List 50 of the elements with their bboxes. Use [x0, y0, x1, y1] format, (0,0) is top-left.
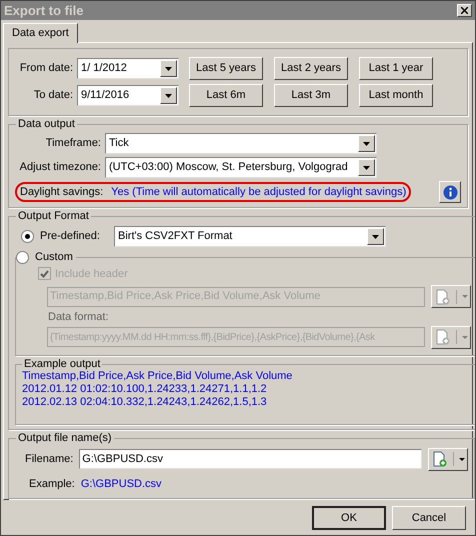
group-title: Output Format [17, 210, 90, 223]
close-button[interactable] [457, 4, 472, 17]
timeframe-dropdown[interactable]: Tick [105, 133, 377, 154]
daylight-label: Daylight savings: [20, 184, 104, 200]
daylight-value: Yes (Time will automatically be adjusted for daylight savings) [111, 184, 406, 200]
example-line: Timestamp,Bid Price,Ask Price,Bid Volume,Ask Volume [22, 370, 294, 382]
preset-button[interactable]: Last 2 years [274, 57, 348, 80]
preset-button[interactable]: Last month [359, 84, 433, 107]
caret-icon [462, 295, 468, 298]
preset-button[interactable]: Last 3m [274, 84, 348, 107]
add-file-split-button[interactable] [431, 285, 471, 308]
caret-icon [459, 458, 466, 460]
example-label: Example: [29, 476, 75, 492]
example-line: 2012.01.12 01:02:10.100,1.24233,1.24271,1.1,1.2 [22, 382, 268, 396]
preset-button[interactable]: Last 6m [189, 84, 263, 107]
example-line: 2012.02.13 02:04:10.332,1.24243,1.24262,1.5,1.3 [22, 396, 268, 408]
date-label: From date: [18, 61, 73, 76]
dialog-button[interactable]: OK [312, 506, 386, 530]
filename-field[interactable]: G:\GBPUSD.csv [79, 449, 422, 469]
document-plus-icon [433, 451, 448, 467]
caret-icon [462, 336, 468, 338]
example-filename: G:\GBPUSD.csv [80, 476, 162, 492]
document-plus-icon [436, 329, 450, 345]
group-title: Output file name(s) [17, 432, 113, 444]
add-file-split-button[interactable] [428, 448, 468, 470]
radio-button[interactable] [16, 250, 29, 264]
close-icon [461, 7, 468, 14]
timezone-dropdown[interactable]: (UTC+03:00) Moscow, St. Petersburg, Volgograd [105, 157, 377, 178]
option-label: Pre-defined: [40, 229, 101, 244]
timeframe-label: Timeframe: [44, 136, 101, 152]
option-label: Custom [35, 250, 73, 265]
preset-button[interactable]: Last 1 year [359, 57, 433, 80]
timezone-label: Adjust timezone: [18, 160, 101, 176]
dialog-button[interactable]: Cancel [392, 506, 466, 530]
tab[interactable]: Data export [3, 23, 78, 43]
format-dropdown[interactable]: Birt's CSV2FXT Format [114, 226, 386, 247]
group-title: Example output [23, 358, 102, 370]
preset-button[interactable]: Last 5 years [189, 57, 263, 80]
date-picker[interactable]: 1/ 1/2012 [77, 58, 179, 79]
document-plus-icon [436, 288, 450, 304]
radio-button[interactable] [21, 230, 34, 243]
info-icon [442, 184, 458, 200]
window-title: Export to file [4, 2, 84, 20]
group-title: Data output [17, 118, 76, 131]
date-picker[interactable]: 9/11/2016 [77, 85, 179, 106]
date-label: To date: [32, 88, 73, 104]
data-format-label: Data format: [47, 310, 110, 325]
filename-label: Filename: [25, 452, 74, 467]
add-file-split-button[interactable] [431, 326, 471, 348]
info-button[interactable] [439, 181, 461, 203]
